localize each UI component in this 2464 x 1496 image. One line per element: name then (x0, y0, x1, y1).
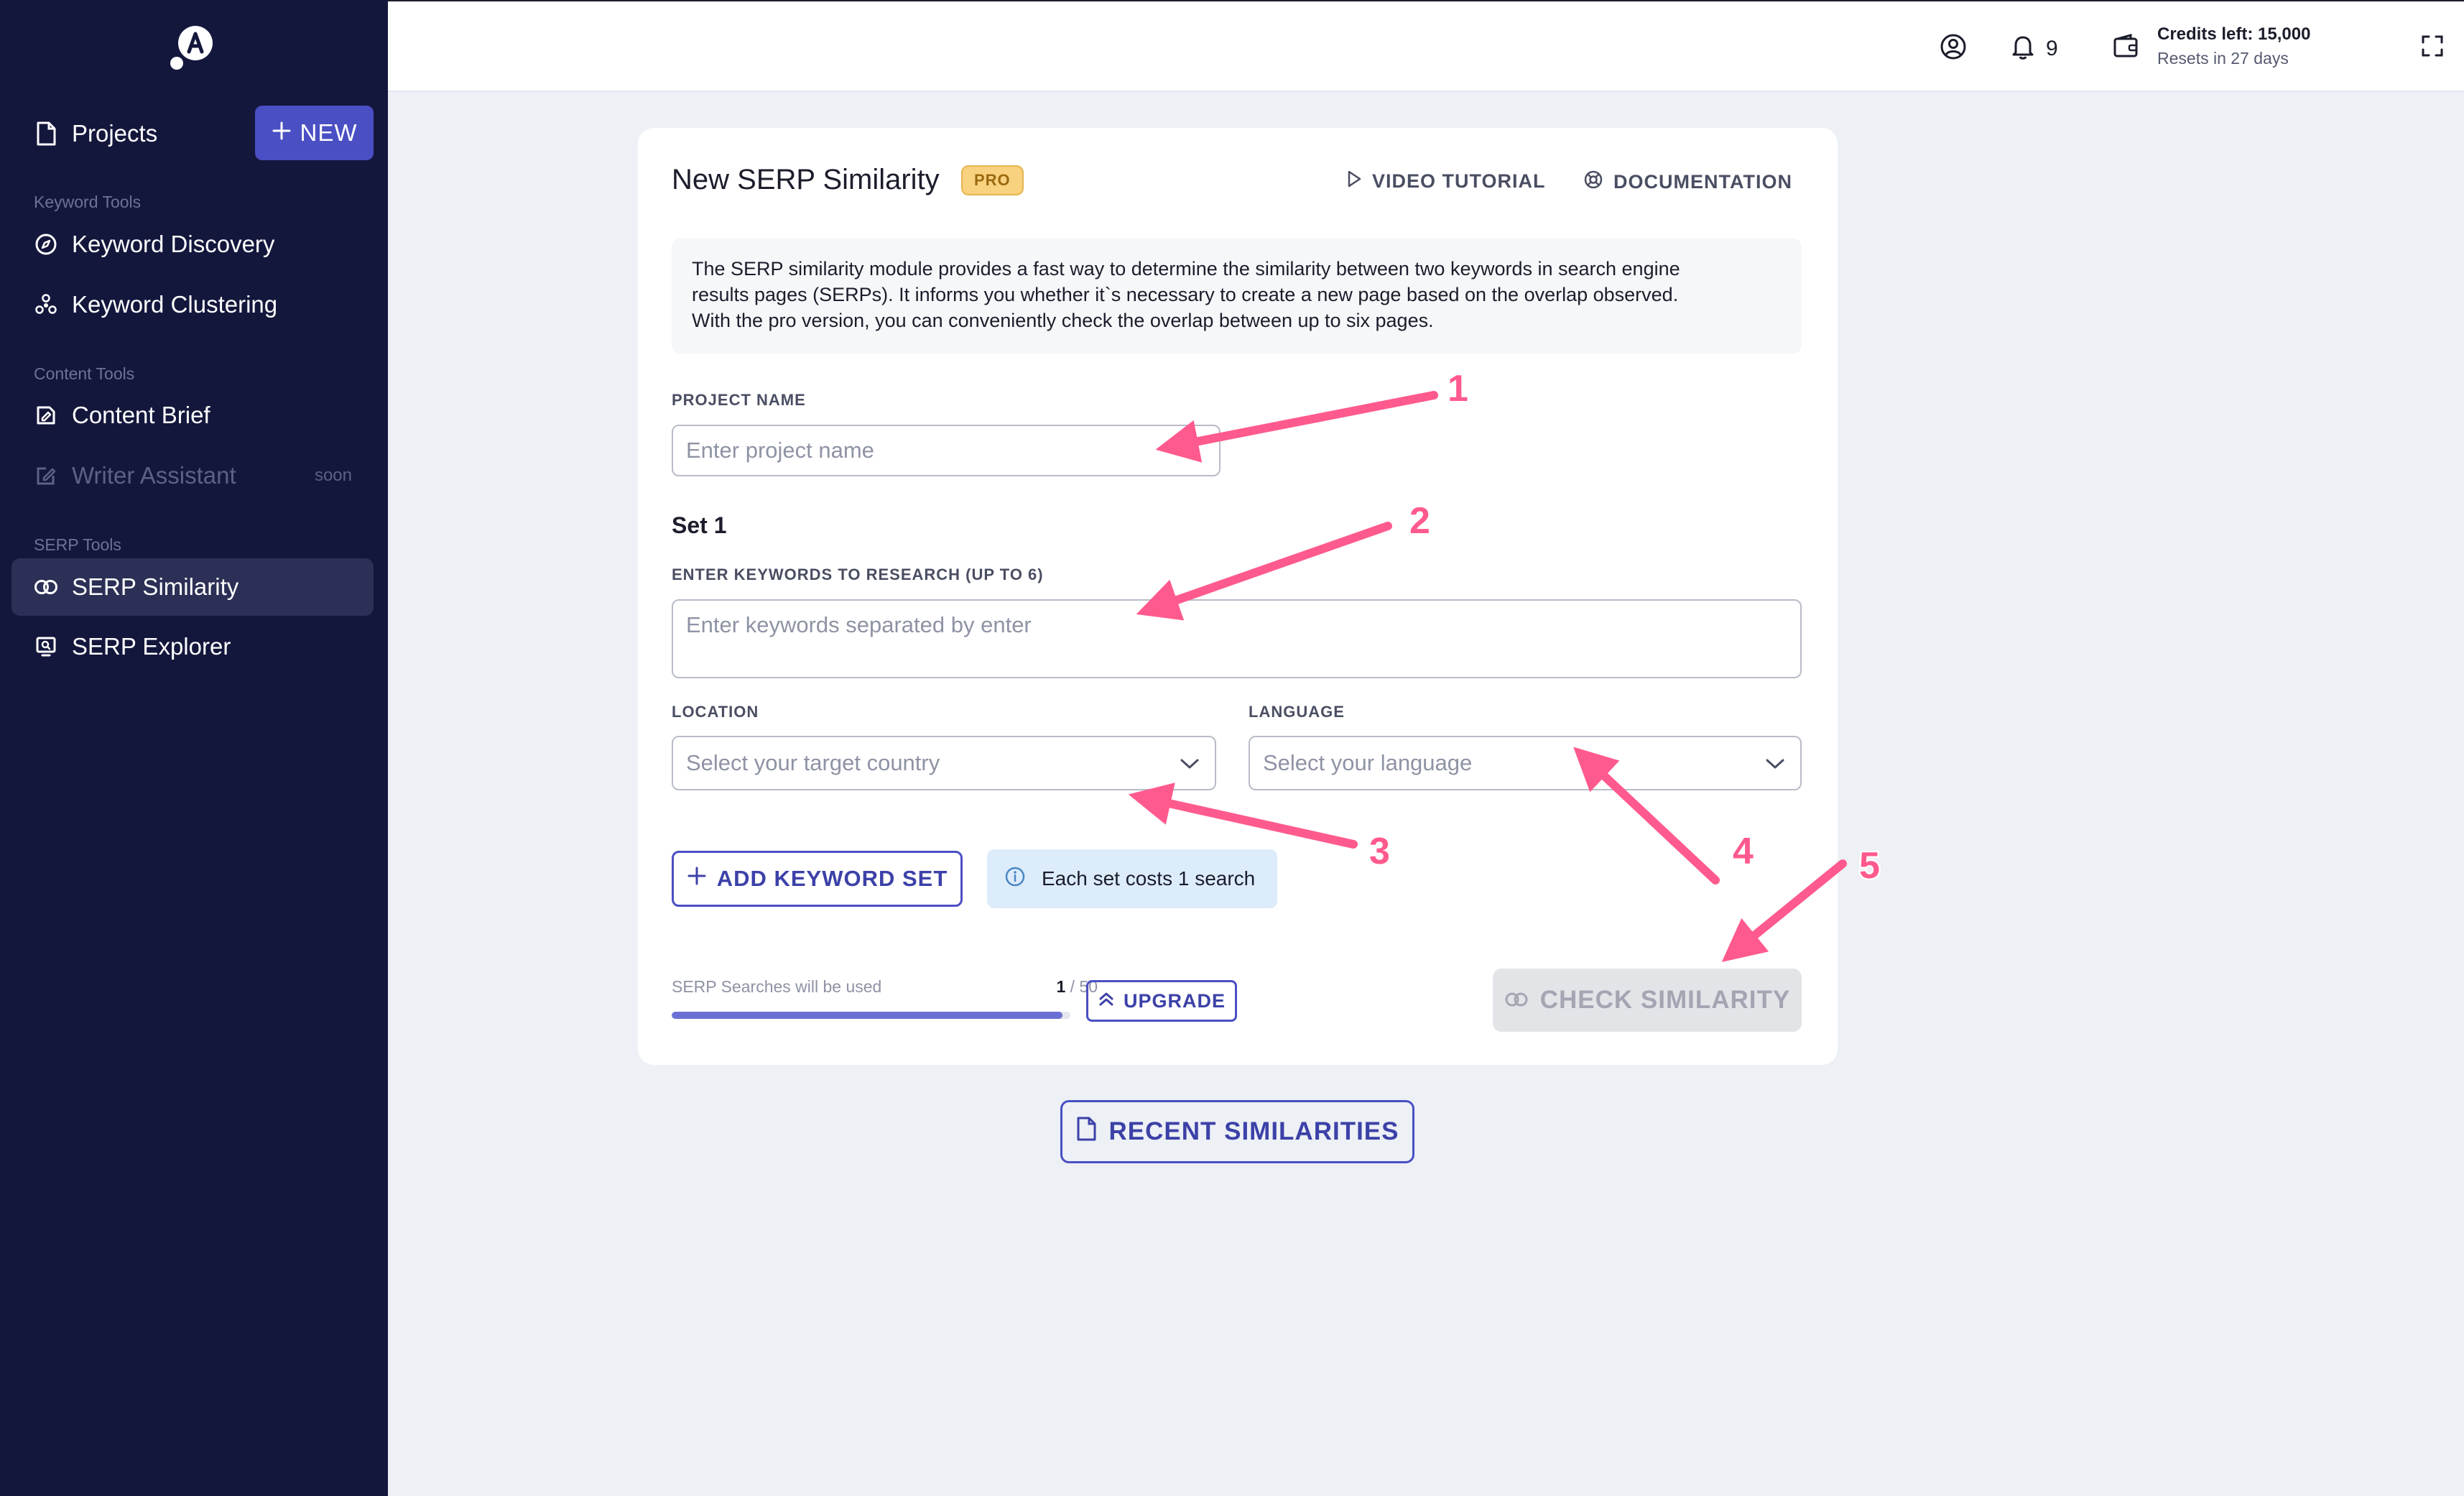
credits-reset: Resets in 27 days (2157, 49, 2289, 68)
module-description: The SERP similarity module provides a fa… (672, 239, 1802, 354)
sidebar-item-label: SERP Explorer (72, 633, 231, 660)
user-circle-icon (1940, 33, 1967, 64)
sidebar-item-label: Keyword Clustering (72, 291, 278, 318)
help-buoy-icon (1583, 170, 1603, 195)
sidebar-item-projects[interactable]: Projects (11, 105, 241, 162)
usage-progress-bar (672, 1012, 1070, 1019)
credits-info: Credits left: 15,000 Resets in 27 days (2157, 24, 2310, 68)
info-icon (1004, 866, 1026, 892)
set-cost-text: Each set costs 1 search (1042, 867, 1256, 890)
description-line: results pages (SERPs). It informs you wh… (692, 284, 1679, 305)
section-label-keyword-tools: Keyword Tools (34, 193, 142, 211)
location-placeholder: Select your target country (686, 750, 940, 775)
documentation-label: DOCUMENTATION (1613, 171, 1792, 193)
keywords-input[interactable]: Enter keywords separated by enter (672, 599, 1802, 678)
fullscreen-button[interactable] (2421, 34, 2444, 61)
document-icon (33, 121, 59, 147)
plus-icon (272, 119, 292, 147)
soon-badge: soon (314, 466, 352, 485)
location-label: LOCATION (672, 703, 759, 721)
document-icon (1075, 1117, 1097, 1148)
recent-similarities-button[interactable]: RECENT SIMILARITIES (1060, 1100, 1414, 1163)
new-project-button[interactable]: NEW (255, 106, 374, 160)
notifications-button[interactable]: 9 (2010, 33, 2058, 64)
upgrade-button[interactable]: UPGRADE (1086, 980, 1237, 1022)
upgrade-label: UPGRADE (1123, 989, 1226, 1012)
expand-icon (2421, 34, 2444, 61)
top-bar: 9 Credits left: 15,000 Resets in 27 days (388, 0, 2464, 92)
notifications-count: 9 (2046, 36, 2058, 60)
usage-label: SERP Searches will be used (672, 977, 882, 996)
sidebar-item-label: Keyword Discovery (72, 231, 275, 257)
sidebar-item-serp-similarity[interactable]: SERP Similarity (11, 558, 374, 616)
location-select[interactable]: Select your target country (672, 736, 1216, 790)
app-logo[interactable] (167, 22, 218, 73)
credits-left: Credits left: 15,000 (2157, 24, 2311, 44)
compass-icon (33, 231, 59, 257)
section-label-content-tools: Content Tools (34, 364, 135, 383)
description-line: With the pro version, you can convenient… (692, 310, 1434, 331)
edit-icon (33, 463, 59, 489)
page-title: New SERP Similarity (672, 164, 940, 195)
sidebar-item-label: SERP Similarity (72, 573, 239, 600)
language-label: LANGUAGE (1249, 703, 1345, 721)
serp-similarity-form-card: New SERP Similarity PRO VIDEO TUTORIAL D… (638, 128, 1838, 1065)
add-keyword-set-label: ADD KEYWORD SET (716, 866, 948, 891)
project-name-label: PROJECT NAME (672, 391, 806, 409)
sidebar-item-writer-assistant: Writer Assistant soon (11, 447, 374, 504)
language-select[interactable]: Select your language (1249, 736, 1802, 790)
sidebar: Projects NEW Keyword Tools Keyword Disco… (0, 0, 388, 1496)
cluster-icon (33, 292, 59, 318)
add-keyword-set-button[interactable]: ADD KEYWORD SET (672, 851, 963, 907)
documentation-link[interactable]: DOCUMENTATION (1583, 170, 1792, 195)
sidebar-item-serp-explorer[interactable]: SERP Explorer (11, 618, 374, 675)
recent-similarities-label: RECENT SIMILARITIES (1108, 1117, 1399, 1145)
chevron-down-icon (1179, 750, 1200, 776)
play-icon (1346, 170, 1362, 193)
new-button-label: NEW (300, 119, 358, 146)
set-cost-info: Each set costs 1 search (987, 849, 1277, 908)
check-similarity-label: CHECK SIMILARITY (1539, 986, 1791, 1014)
sidebar-item-label: Content Brief (72, 402, 210, 428)
overlap-icon (33, 574, 59, 600)
project-name-input[interactable]: Enter project name (672, 425, 1221, 476)
keywords-label: ENTER KEYWORDS TO RESEARCH (UP TO 6) (672, 565, 1044, 583)
sidebar-item-label: Projects (72, 120, 158, 147)
chevron-down-icon (1764, 750, 1786, 776)
overlap-icon (1504, 986, 1529, 1015)
pro-badge: PRO (961, 165, 1024, 195)
usage-used: 1 (1056, 977, 1066, 996)
annotation-number: 5 (1859, 845, 1880, 887)
video-tutorial-link[interactable]: VIDEO TUTORIAL (1346, 170, 1546, 193)
monitor-search-icon (33, 634, 59, 660)
set-title: Set 1 (672, 512, 727, 538)
sidebar-item-keyword-discovery[interactable]: Keyword Discovery (11, 216, 374, 273)
section-label-serp-tools: SERP Tools (34, 535, 121, 554)
check-similarity-button[interactable]: CHECK SIMILARITY (1493, 969, 1802, 1032)
account-button[interactable] (1940, 33, 1967, 64)
bell-icon (2010, 33, 2036, 64)
usage-progress-fill (672, 1012, 1062, 1019)
brief-icon (33, 402, 59, 428)
chevrons-up-icon (1098, 990, 1115, 1012)
plus-icon (687, 866, 707, 892)
sidebar-item-content-brief[interactable]: Content Brief (11, 387, 374, 444)
sidebar-item-keyword-clustering[interactable]: Keyword Clustering (11, 276, 374, 333)
sidebar-item-label: Writer Assistant (72, 462, 236, 489)
video-tutorial-label: VIDEO TUTORIAL (1372, 170, 1546, 192)
wallet-icon (2112, 33, 2139, 59)
language-placeholder: Select your language (1263, 750, 1473, 775)
description-line: The SERP similarity module provides a fa… (692, 258, 1680, 280)
